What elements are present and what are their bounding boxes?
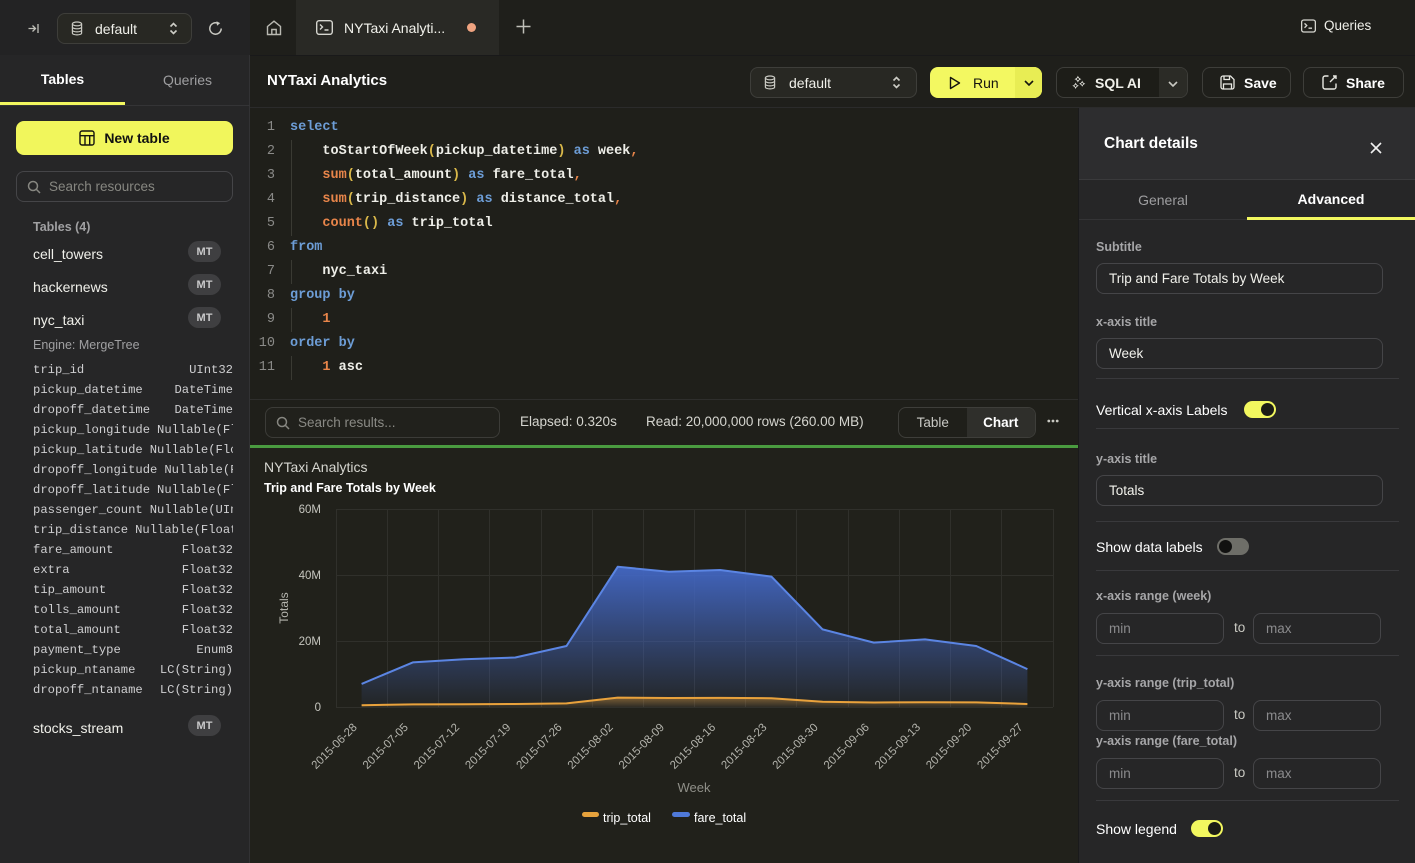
svg-text:0: 0: [315, 702, 321, 714]
svg-text:2015-07-05: 2015-07-05: [361, 722, 411, 772]
svg-text:2015-09-13: 2015-09-13: [873, 722, 923, 772]
svg-text:2015-06-28: 2015-06-28: [310, 722, 360, 772]
svg-text:60M: 60M: [299, 504, 321, 516]
svg-text:2015-08-09: 2015-08-09: [617, 722, 667, 772]
svg-text:40M: 40M: [299, 570, 321, 582]
svg-text:2015-07-26: 2015-07-26: [515, 722, 565, 772]
svg-text:Week: Week: [678, 780, 711, 795]
svg-text:2015-08-02: 2015-08-02: [566, 722, 616, 772]
svg-text:2015-07-12: 2015-07-12: [412, 722, 462, 772]
svg-text:NYTaxi Analytics: NYTaxi Analytics: [264, 459, 367, 475]
svg-text:20M: 20M: [299, 636, 321, 648]
svg-text:2015-09-27: 2015-09-27: [975, 722, 1025, 772]
svg-text:Totals: Totals: [277, 592, 291, 623]
svg-text:2015-08-23: 2015-08-23: [719, 722, 769, 772]
svg-text:fare_total: fare_total: [694, 811, 746, 825]
svg-text:Trip and Fare Totals by Week: Trip and Fare Totals by Week: [264, 481, 436, 495]
svg-text:2015-08-30: 2015-08-30: [771, 722, 821, 772]
svg-text:2015-07-19: 2015-07-19: [463, 722, 513, 772]
svg-text:2015-09-06: 2015-09-06: [822, 722, 872, 772]
svg-text:trip_total: trip_total: [603, 811, 651, 825]
svg-text:2015-09-20: 2015-09-20: [924, 722, 974, 772]
svg-text:2015-08-16: 2015-08-16: [668, 722, 718, 772]
